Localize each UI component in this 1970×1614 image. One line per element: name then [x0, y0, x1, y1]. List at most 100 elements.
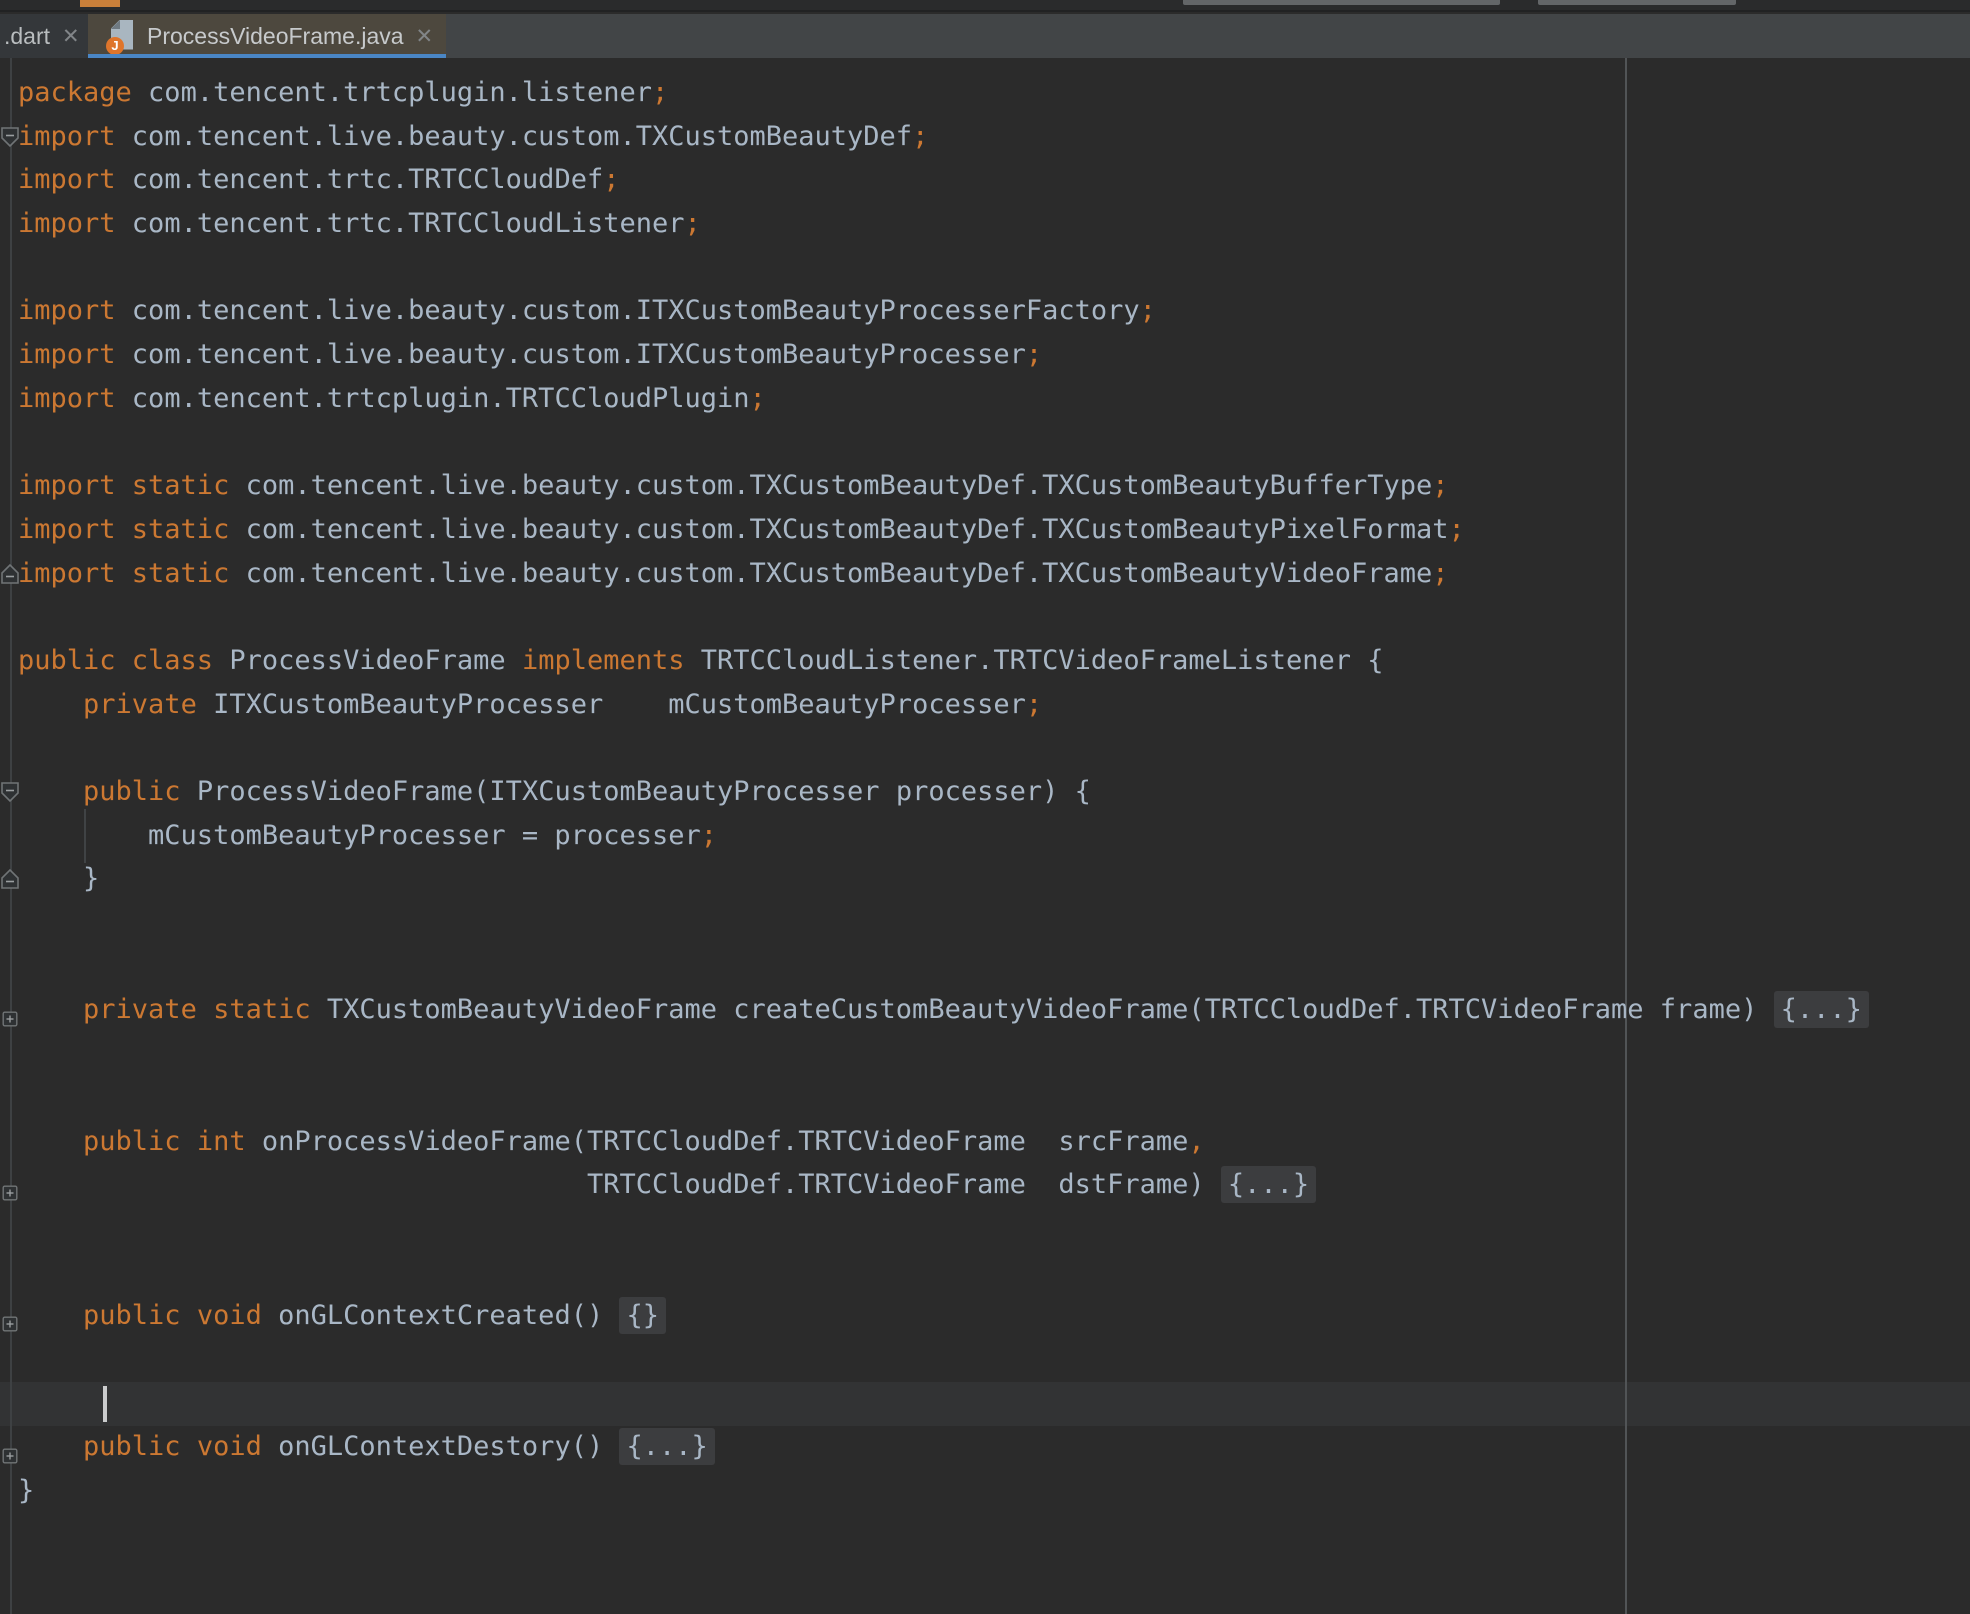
- toolbar-fragment: [1538, 0, 1736, 5]
- code-line: [0, 1207, 1970, 1251]
- code-token: }: [18, 1475, 34, 1506]
- ide-window: .dart ✕ J ProcessVideoFrame.java ✕ packa…: [0, 0, 1970, 1614]
- code-token: import: [18, 208, 116, 239]
- code-token: com.tencent.trtc.TRTCCloudDef: [116, 164, 604, 195]
- code-token: TRTCCloudListener.TRTCVideoFrameListener…: [685, 645, 1384, 676]
- folded-region-expand-icon[interactable]: [2, 1003, 18, 1034]
- code-token: ;: [701, 820, 717, 851]
- code-token: private static: [83, 994, 311, 1025]
- code-token: ;: [1432, 470, 1448, 501]
- code-line: [0, 1076, 1970, 1120]
- code-token: public void: [83, 1300, 262, 1331]
- code-token: com.tencent.live.beauty.custom.TXCustomB…: [229, 470, 1432, 501]
- folded-region-expand-icon[interactable]: [2, 1440, 18, 1471]
- code-token: import: [18, 164, 116, 195]
- code-line: [0, 945, 1970, 989]
- code-token: import: [18, 383, 116, 414]
- toolbar-fragment-icon: [80, 0, 120, 7]
- code-line: public ProcessVideoFrame(ITXCustomBeauty…: [0, 770, 1970, 814]
- code-token: com.tencent.live.beauty.custom.ITXCustom…: [116, 339, 1026, 370]
- folded-code-placeholder[interactable]: {...}: [619, 1428, 714, 1465]
- code-token: [18, 994, 83, 1025]
- code-line: TRTCCloudDef.TRTCVideoFrame dstFrame) {.…: [0, 1163, 1970, 1207]
- toolbar-strip: [0, 0, 1970, 12]
- code-token: ,: [1188, 1126, 1204, 1157]
- code-token: }: [18, 863, 99, 894]
- tab-bar: .dart ✕ J ProcessVideoFrame.java ✕: [0, 14, 1970, 58]
- code-token: onGLContextCreated(): [262, 1300, 620, 1331]
- code-line: import static com.tencent.live.beauty.cu…: [0, 508, 1970, 552]
- folded-code-placeholder[interactable]: {...}: [1774, 991, 1869, 1028]
- code-token: mCustomBeautyProcesser = processer: [18, 820, 701, 851]
- code-token: [18, 1431, 83, 1462]
- code-area: package com.tencent.trtcplugin.listener;…: [0, 58, 1970, 1513]
- code-line: }: [0, 857, 1970, 901]
- code-token: import static: [18, 558, 229, 589]
- code-token: com.tencent.live.beauty.custom.ITXCustom…: [116, 295, 1140, 326]
- code-token: [18, 776, 83, 807]
- code-token: import: [18, 121, 116, 152]
- code-line: }: [0, 1469, 1970, 1513]
- code-token: ProcessVideoFrame(ITXCustomBeautyProcess…: [181, 776, 1091, 807]
- code-line: [0, 726, 1970, 770]
- tab-dart-label: .dart: [4, 23, 50, 50]
- code-line: mCustomBeautyProcesser = processer;: [0, 814, 1970, 858]
- code-token: ;: [1026, 339, 1042, 370]
- code-token: ;: [1448, 514, 1464, 545]
- code-line: import com.tencent.live.beauty.custom.IT…: [0, 333, 1970, 377]
- code-token: implements: [522, 645, 685, 676]
- code-token: import static: [18, 470, 229, 501]
- code-line: private ITXCustomBeautyProcesser mCustom…: [0, 683, 1970, 727]
- tab-active-label: ProcessVideoFrame.java: [147, 23, 404, 50]
- code-line: import static com.tencent.live.beauty.cu…: [0, 464, 1970, 508]
- code-token: com.tencent.live.beauty.custom.TXCustomB…: [116, 121, 913, 152]
- folded-code-placeholder[interactable]: {}: [619, 1297, 666, 1334]
- code-token: [18, 689, 83, 720]
- code-token: import static: [18, 514, 229, 545]
- fold-region-end-icon[interactable]: [0, 867, 20, 898]
- code-token: onGLContextDestory(): [262, 1431, 620, 1462]
- folded-region-expand-icon[interactable]: [2, 1177, 18, 1208]
- code-line: package com.tencent.trtcplugin.listener;: [0, 71, 1970, 115]
- folded-code-placeholder[interactable]: {...}: [1221, 1166, 1316, 1203]
- code-line: import com.tencent.trtc.TRTCCloudListene…: [0, 202, 1970, 246]
- code-token: [18, 1300, 83, 1331]
- code-token: ;: [603, 164, 619, 195]
- code-token: private: [83, 689, 197, 720]
- tab-processvideoframe[interactable]: J ProcessVideoFrame.java ✕: [88, 14, 446, 58]
- code-token: com.tencent.trtcplugin.TRTCCloudPlugin: [116, 383, 750, 414]
- code-token: com.tencent.live.beauty.custom.TXCustomB…: [229, 514, 1448, 545]
- code-token: ;: [912, 121, 928, 152]
- code-token: ;: [685, 208, 701, 239]
- code-line: [0, 1251, 1970, 1295]
- code-line: [0, 1338, 1970, 1382]
- code-token: import: [18, 295, 116, 326]
- code-token: com.tencent.trtcplugin.listener: [132, 77, 652, 108]
- code-token: ;: [1432, 558, 1448, 589]
- folded-region-expand-icon[interactable]: [2, 1308, 18, 1339]
- code-line: public void onGLContextDestory() {...}: [0, 1425, 1970, 1469]
- close-icon[interactable]: ✕: [416, 26, 434, 47]
- code-token: [18, 1126, 83, 1157]
- code-line: import com.tencent.trtcplugin.TRTCCloudP…: [0, 377, 1970, 421]
- code-line: [0, 595, 1970, 639]
- code-editor[interactable]: package com.tencent.trtcplugin.listener;…: [0, 58, 1970, 1614]
- code-token: public class: [18, 645, 213, 676]
- code-token: ProcessVideoFrame: [213, 645, 522, 676]
- tab-dart[interactable]: .dart ✕: [0, 14, 88, 58]
- code-line: public void onGLContextCreated() {}: [0, 1294, 1970, 1338]
- code-line: [0, 1032, 1970, 1076]
- code-token: public void: [83, 1431, 262, 1462]
- fold-region-end-icon[interactable]: [0, 562, 20, 593]
- code-token: public: [83, 776, 181, 807]
- close-icon[interactable]: ✕: [62, 26, 80, 47]
- code-line: import com.tencent.live.beauty.custom.IT…: [0, 289, 1970, 333]
- code-line: [0, 1382, 1970, 1426]
- fold-collapse-icon[interactable]: [0, 125, 20, 156]
- code-token: ;: [750, 383, 766, 414]
- code-token: ;: [652, 77, 668, 108]
- code-token: com.tencent.trtc.TRTCCloudListener: [116, 208, 685, 239]
- fold-collapse-icon[interactable]: [0, 780, 20, 811]
- code-line: [0, 901, 1970, 945]
- code-token: ;: [1140, 295, 1156, 326]
